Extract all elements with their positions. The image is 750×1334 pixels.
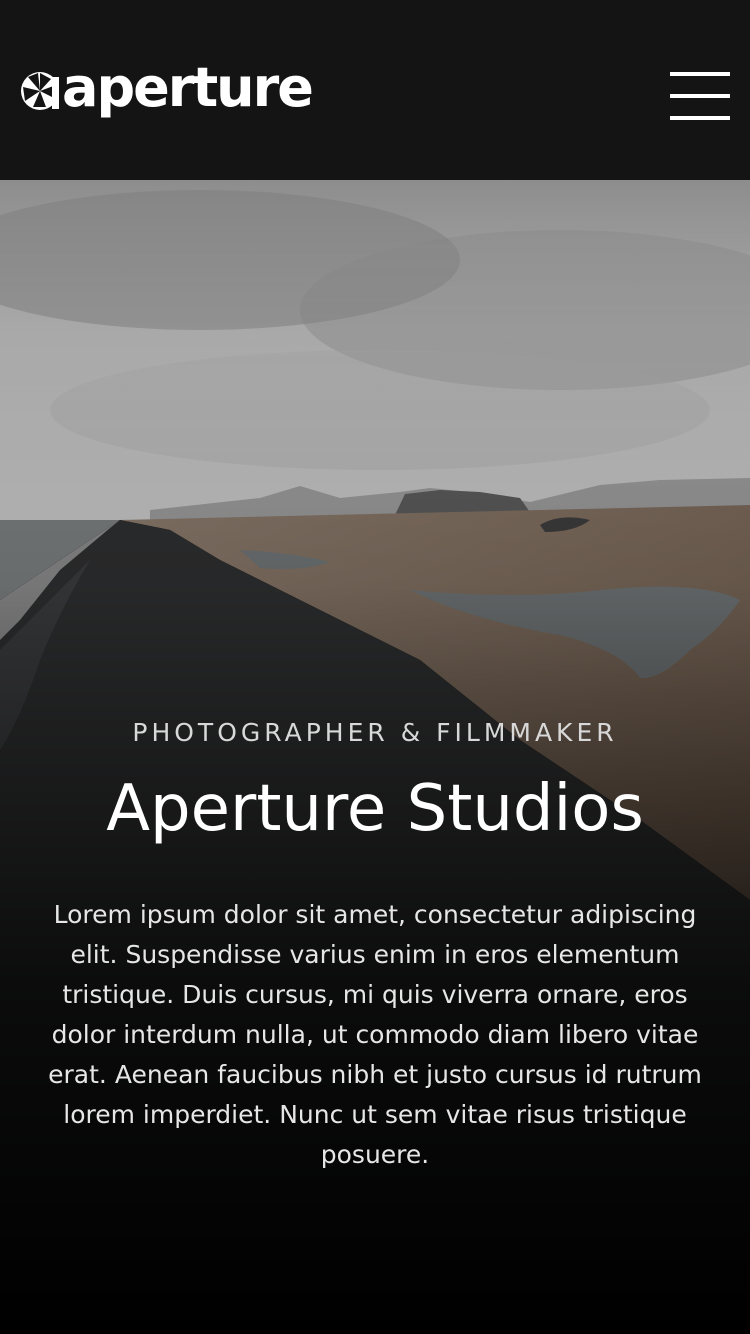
- logo[interactable]: aperture: [20, 52, 314, 124]
- logo-text: aperture: [62, 56, 314, 119]
- hero-eyebrow: PHOTOGRAPHER & FILMMAKER: [132, 718, 618, 747]
- menu-bar-middle: [670, 94, 730, 98]
- site-header: aperture: [0, 0, 750, 180]
- hamburger-menu-icon[interactable]: [670, 72, 730, 120]
- hero-content: PHOTOGRAPHER & FILMMAKER Aperture Studio…: [0, 720, 750, 1175]
- menu-bar-top: [670, 72, 730, 76]
- menu-bar-bottom: [670, 116, 730, 120]
- hero-description: Lorem ipsum dolor sit amet, consectetur …: [48, 900, 702, 1169]
- hero-title: Aperture Studios: [106, 772, 644, 846]
- aperture-icon: [21, 72, 59, 110]
- hero-section: PHOTOGRAPHER & FILMMAKER Aperture Studio…: [0, 180, 750, 1334]
